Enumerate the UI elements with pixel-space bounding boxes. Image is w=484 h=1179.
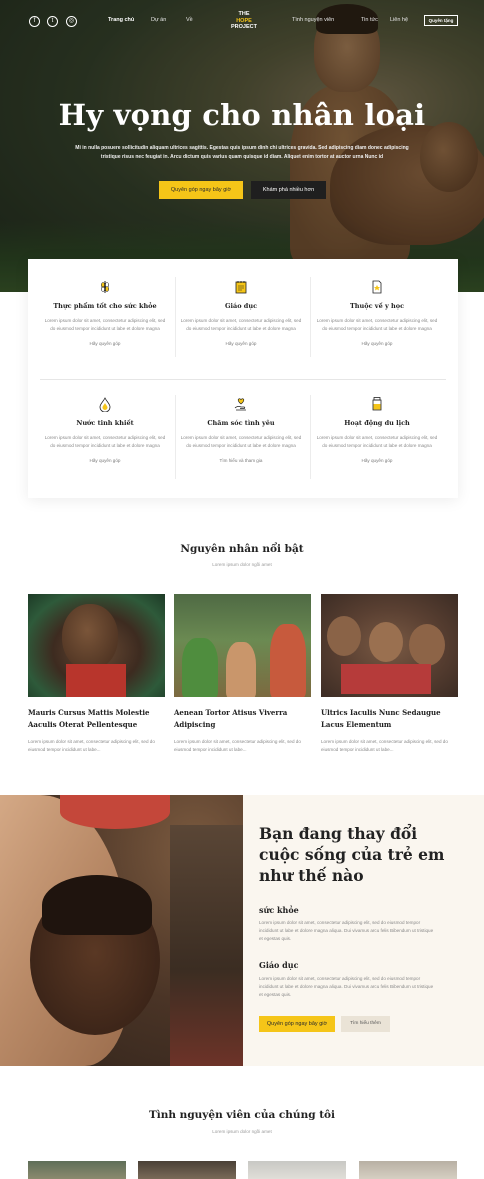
volunteer-photo — [359, 1161, 457, 1179]
change-lives-section: Bạn đang thay đổi cuộc sống của trẻ em n… — [0, 795, 484, 1066]
cause-text: Lorem ipsum dolor sit amet, consectetur … — [321, 739, 448, 752]
hero-section: f t ◎ Trang chủ Dự án Về THE HOPE PROJEC… — [0, 0, 484, 292]
hero-subtitle: Mi in nulla posuere sollicitudin aliquam… — [75, 145, 409, 160]
service-item: Chăm sóc tình yêu Lorem ipsum dolor sit … — [174, 396, 308, 463]
facebook-icon[interactable]: f — [29, 16, 40, 27]
service-item: Thuộc về y học Lorem ipsum dolor sit ame… — [310, 279, 444, 346]
service-text: Lorem ipsum dolor sit amet, consectetur … — [316, 435, 438, 448]
health-text: Lorem ipsum dolor sit amet, consectetur … — [259, 920, 434, 941]
service-item: Nước tinh khiết Lorem ipsum dolor sit am… — [38, 396, 172, 463]
jar-icon — [372, 397, 382, 411]
service-title: Nước tinh khiết — [76, 419, 134, 427]
service-text: Lorem ipsum dolor sit amet, consectetur … — [44, 435, 166, 448]
nav-link-contact[interactable]: Liên hệ — [390, 17, 408, 23]
cause-title: Aenean Tortor Atisus Viverra Adipiscing — [174, 708, 288, 729]
site-logo[interactable]: THE HOPE PROJECT — [229, 11, 259, 31]
divider — [40, 379, 446, 380]
service-title: Chăm sóc tình yêu — [207, 419, 275, 427]
causes-subtitle: Lorem ipsum dolor ngồi amet — [212, 562, 272, 567]
cause-card[interactable]: Ultrics Iaculis Nunc Sedaugue Lacus Elem… — [321, 594, 458, 754]
services-card: Thực phẩm tốt cho sức khỏe Lorem ipsum d… — [28, 259, 458, 498]
cause-image — [174, 594, 311, 697]
service-title: Hoạt động du lịch — [344, 419, 410, 427]
mother-child-photo — [0, 795, 243, 1066]
cause-card[interactable]: Mauris Cursus Mattis Molestie Aaculis Ot… — [28, 594, 165, 754]
service-item: Hoạt động du lịch Lorem ipsum dolor sit … — [310, 396, 444, 463]
causes-title: Nguyên nhân nổi bật — [180, 543, 304, 555]
volunteers-subtitle: Lorem ipsum dolor ngồi amet — [212, 1129, 272, 1134]
education-text: Lorem ipsum dolor sit amet, consectetur … — [259, 976, 434, 997]
water-drop-icon — [99, 397, 111, 412]
service-text: Lorem ipsum dolor sit amet, consectetur … — [180, 435, 302, 448]
service-link[interactable]: Hãy quyên góp — [174, 341, 308, 346]
donate-button[interactable]: Quyên tặng — [424, 15, 458, 26]
service-item: Giáo dục Lorem ipsum dolor sit amet, con… — [174, 279, 308, 346]
donate-now-button[interactable]: Quyên góp ngay bây giờ — [159, 181, 243, 199]
document-icon — [372, 280, 382, 294]
volunteer-photo — [138, 1161, 236, 1179]
service-text: Lorem ipsum dolor sit amet, consectetur … — [316, 318, 438, 331]
twitter-icon[interactable]: t — [47, 16, 58, 27]
instagram-icon[interactable]: ◎ — [66, 16, 77, 27]
logo-line-3: PROJECT — [231, 24, 257, 30]
volunteer-photo — [28, 1161, 126, 1179]
health-heading: sức khỏe — [259, 905, 299, 915]
cause-image — [321, 594, 458, 697]
service-text: Lorem ipsum dolor sit amet, consectetur … — [180, 318, 302, 331]
service-title: Thuộc về y học — [349, 302, 405, 310]
service-link[interactable]: Hãy quyên góp — [38, 458, 172, 463]
service-title: Giáo dục — [224, 302, 258, 310]
top-navigation: f t ◎ Trang chủ Dự án Về THE HOPE PROJEC… — [0, 0, 484, 42]
hero-title: Hy vọng cho nhân loại — [58, 98, 426, 132]
cause-title: Ultrics Iaculis Nunc Sedaugue Lacus Elem… — [321, 708, 441, 729]
nav-link-projects[interactable]: Dự án — [151, 17, 166, 23]
explore-more-button[interactable]: Khám phá nhiều hơn — [251, 181, 326, 199]
volunteers-title: Tình nguyện viên của chúng tôi — [148, 1109, 336, 1121]
cause-text: Lorem ipsum dolor sit amet, consectetur … — [28, 739, 155, 752]
cause-card[interactable]: Aenean Tortor Atisus Viverra Adipiscing … — [174, 594, 311, 754]
notepad-icon — [235, 281, 247, 294]
volunteer-photo — [248, 1161, 346, 1179]
education-heading: Giáo dục — [259, 960, 299, 970]
service-title: Thực phẩm tốt cho sức khỏe — [53, 302, 157, 310]
wheat-icon — [101, 281, 109, 293]
service-link[interactable]: Hãy quyên góp — [310, 341, 444, 346]
service-link[interactable]: Tìm hiểu và tham gia — [174, 458, 308, 463]
nav-link-about[interactable]: Về — [186, 17, 193, 23]
change-title: Bạn đang thay đổi cuộc sống của trẻ em n… — [259, 824, 445, 885]
service-text: Lorem ipsum dolor sit amet, consectetur … — [44, 318, 166, 331]
cause-title: Mauris Cursus Mattis Molestie Aaculis Ot… — [28, 708, 150, 729]
learn-more-button[interactable]: Tìm hiểu thêm — [341, 1016, 390, 1032]
donate-now-button[interactable]: Quyên góp ngay bây giờ — [259, 1016, 335, 1032]
nav-link-volunteers[interactable]: Tình nguyện viên — [292, 17, 334, 23]
service-link[interactable]: Hãy quyên góp — [310, 458, 444, 463]
cause-text: Lorem ipsum dolor sit amet, consectetur … — [174, 739, 301, 752]
service-link[interactable]: Hãy quyên góp — [38, 341, 172, 346]
heart-hand-icon — [234, 398, 246, 411]
nav-link-news[interactable]: Tin tức — [361, 17, 378, 23]
cause-image — [28, 594, 165, 697]
service-item: Thực phẩm tốt cho sức khỏe Lorem ipsum d… — [38, 279, 172, 346]
nav-link-home[interactable]: Trang chủ — [108, 17, 134, 23]
